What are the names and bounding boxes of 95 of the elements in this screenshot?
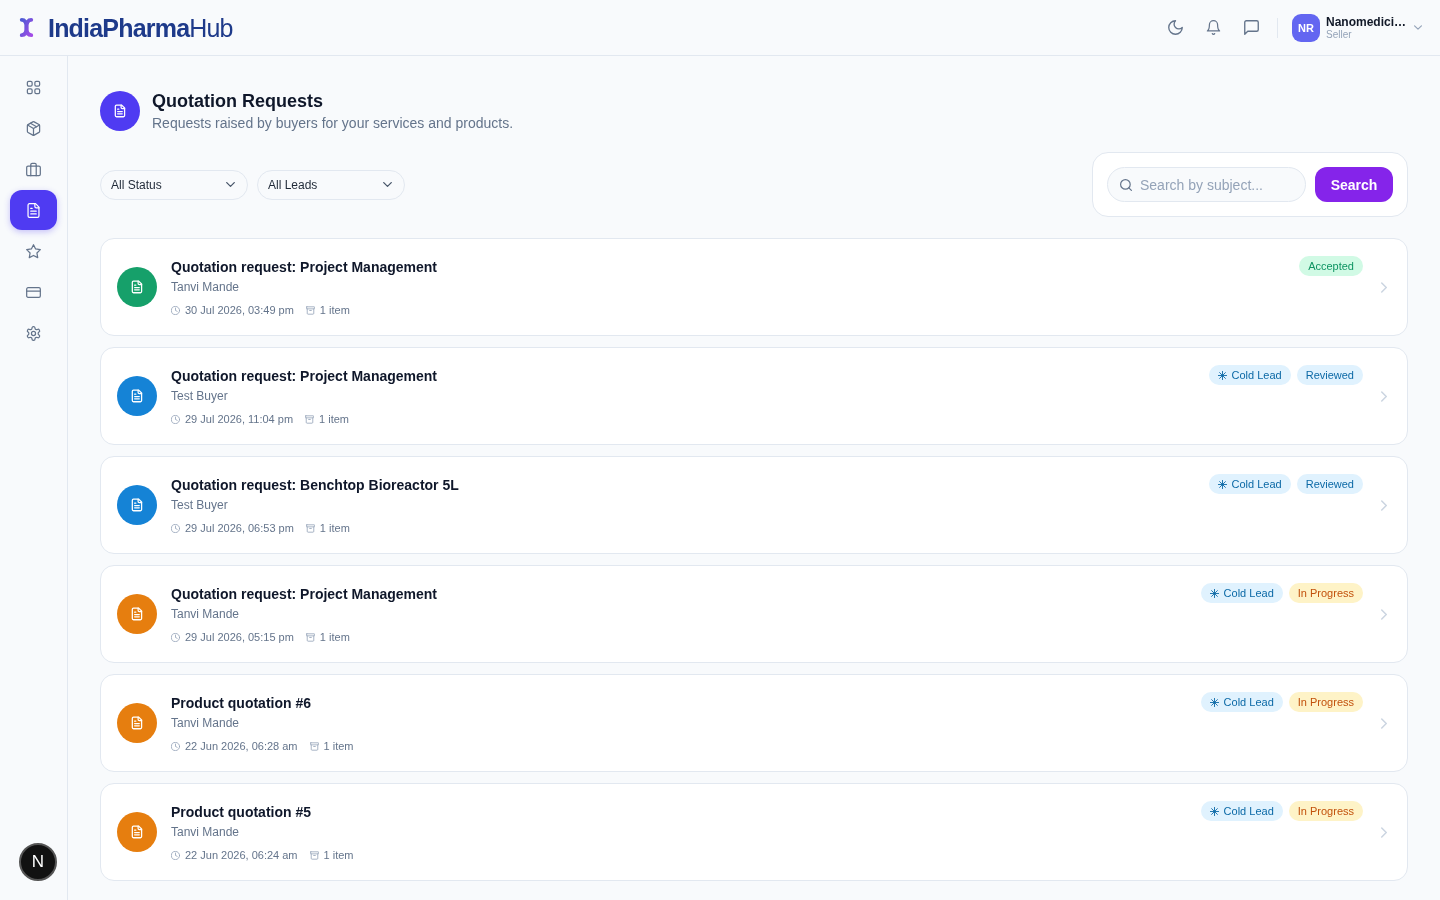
document-icon	[26, 202, 41, 218]
archive-box-icon	[309, 741, 319, 751]
moon-icon[interactable]	[1168, 20, 1183, 35]
snowflake-icon	[1209, 697, 1219, 707]
document-icon	[117, 703, 157, 743]
archive-box-icon	[305, 632, 315, 642]
request-title: Quotation request: Project Management	[171, 258, 438, 277]
buyer-name: Tanvi Mande	[171, 279, 240, 295]
buyer-name: Test Buyer	[171, 388, 228, 404]
lead-label: Cold Lead	[1223, 587, 1274, 599]
search-field[interactable]: Search by subject...	[1107, 167, 1306, 202]
status-badge: In Progress	[1288, 692, 1363, 712]
chevron-right-icon	[1381, 717, 1387, 729]
archive-box-icon	[309, 850, 319, 860]
avatar[interactable]: NR	[1292, 13, 1320, 42]
quotation-card[interactable]: Quotation request: Benchtop Bioreactor 5L Test Buyer 29 Jul 2026, 06:53 pm 1 item Cold Lead Reviewed	[100, 456, 1408, 554]
clock-icon	[171, 850, 180, 860]
item-count: 1 item	[319, 303, 350, 317]
sidebar-item[interactable]	[10, 190, 57, 230]
quotation-card[interactable]: Quotation request: Project Management Test Buyer 29 Jul 2026, 11:04 pm 1 item Cold Lead Reviewed	[100, 347, 1408, 445]
item-count: 1 item	[319, 521, 350, 535]
chevron-down-icon	[226, 182, 235, 187]
clock-icon	[171, 305, 180, 315]
search-button[interactable]: Search	[1315, 167, 1393, 202]
request-title: Quotation request: Project Management	[171, 367, 438, 386]
buyer-name: Tanvi Mande	[171, 715, 240, 731]
clock-icon	[171, 523, 180, 533]
request-title: Quotation request: Benchtop Bioreactor 5L	[171, 476, 459, 495]
request-date: 22 Jun 2026, 06:24 am	[185, 848, 298, 862]
bell-icon[interactable]	[1206, 20, 1221, 35]
archive-box-icon	[305, 414, 315, 424]
chevron-right-icon	[1381, 499, 1387, 511]
quotation-card[interactable]: Product quotation #5 Tanvi Mande 22 Jun 2026, 06:24 am 1 item Cold Lead In Progress	[100, 783, 1408, 881]
buyer-name: Tanvi Mande	[171, 824, 240, 840]
chevron-down-icon[interactable]	[1414, 25, 1422, 30]
request-date: 29 Jul 2026, 05:15 pm	[185, 630, 294, 644]
message-icon[interactable]	[1244, 20, 1259, 35]
clock-icon	[171, 632, 180, 642]
clock-icon	[171, 741, 180, 751]
buyer-name: Test Buyer	[171, 497, 228, 513]
user-name: Nanomedici…	[1326, 14, 1406, 29]
quotation-card[interactable]: Quotation request: Project Management Tanvi Mande 29 Jul 2026, 05:15 pm 1 item Cold Lead In Progress	[100, 565, 1408, 663]
request-date: 29 Jul 2026, 06:53 pm	[185, 521, 294, 535]
request-date: 22 Jun 2026, 06:28 am	[185, 739, 298, 753]
lead-label: Cold Lead	[1231, 478, 1282, 490]
card-icon	[26, 284, 41, 300]
request-title: Quotation request: Project Management	[171, 585, 438, 604]
document-icon	[117, 594, 157, 634]
cube-icon	[26, 120, 41, 136]
document-icon	[117, 485, 157, 525]
grid-icon	[26, 79, 41, 95]
request-date: 29 Jul 2026, 11:04 pm	[185, 412, 294, 426]
document-icon	[117, 376, 157, 416]
status-badge: Reviewed	[1296, 365, 1363, 385]
archive-box-icon	[305, 523, 315, 533]
chevron-right-icon	[1381, 826, 1387, 838]
request-title: Product quotation #5	[171, 803, 311, 822]
user-role: Seller	[1326, 28, 1352, 41]
dev-tools-button[interactable]: N	[19, 843, 57, 881]
lead-label: Cold Lead	[1223, 805, 1274, 817]
status-badge: In Progress	[1288, 801, 1363, 821]
item-count: 1 item	[319, 630, 350, 644]
brand-name[interactable]: IndiaPharmaHub	[48, 12, 233, 43]
request-date: 30 Jul 2026, 03:49 pm	[185, 303, 294, 317]
snowflake-icon	[1217, 479, 1227, 489]
lead-label: Cold Lead	[1223, 696, 1274, 708]
item-count: 1 item	[323, 848, 354, 862]
snowflake-icon	[1209, 588, 1219, 598]
snowflake-icon	[1217, 370, 1227, 380]
page-title: Quotation Requests	[152, 90, 323, 112]
chevron-right-icon	[1381, 390, 1387, 402]
document-icon	[117, 267, 157, 307]
gear-icon	[26, 325, 41, 341]
clock-icon	[171, 414, 180, 424]
item-count: 1 item	[323, 739, 354, 753]
search-icon	[1120, 179, 1132, 191]
archive-box-icon	[305, 305, 315, 315]
item-count: 1 item	[319, 412, 349, 426]
star-icon	[26, 243, 41, 259]
page-subtitle: Requests raised by buyers for your services and products.	[152, 114, 514, 132]
chevron-right-icon	[1381, 608, 1387, 620]
request-title: Product quotation #6	[171, 694, 311, 713]
quotation-card[interactable]: Product quotation #6 Tanvi Mande 22 Jun 2026, 06:28 am 1 item Cold Lead In Progress	[100, 674, 1408, 772]
document-icon	[117, 812, 157, 852]
snowflake-icon	[1209, 806, 1219, 816]
document-icon	[100, 91, 140, 131]
status-badge: Accepted	[1299, 256, 1363, 276]
chevron-right-icon	[1381, 281, 1387, 293]
status-badge: Reviewed	[1296, 474, 1363, 494]
chevron-down-icon	[383, 182, 392, 187]
buyer-name: Tanvi Mande	[171, 606, 240, 622]
lead-label: Cold Lead	[1231, 369, 1282, 381]
briefcase-icon	[26, 161, 41, 177]
quotation-card[interactable]: Quotation request: Project Management Tanvi Mande 30 Jul 2026, 03:49 pm 1 item Accepted	[100, 238, 1408, 336]
status-badge: In Progress	[1288, 583, 1363, 603]
